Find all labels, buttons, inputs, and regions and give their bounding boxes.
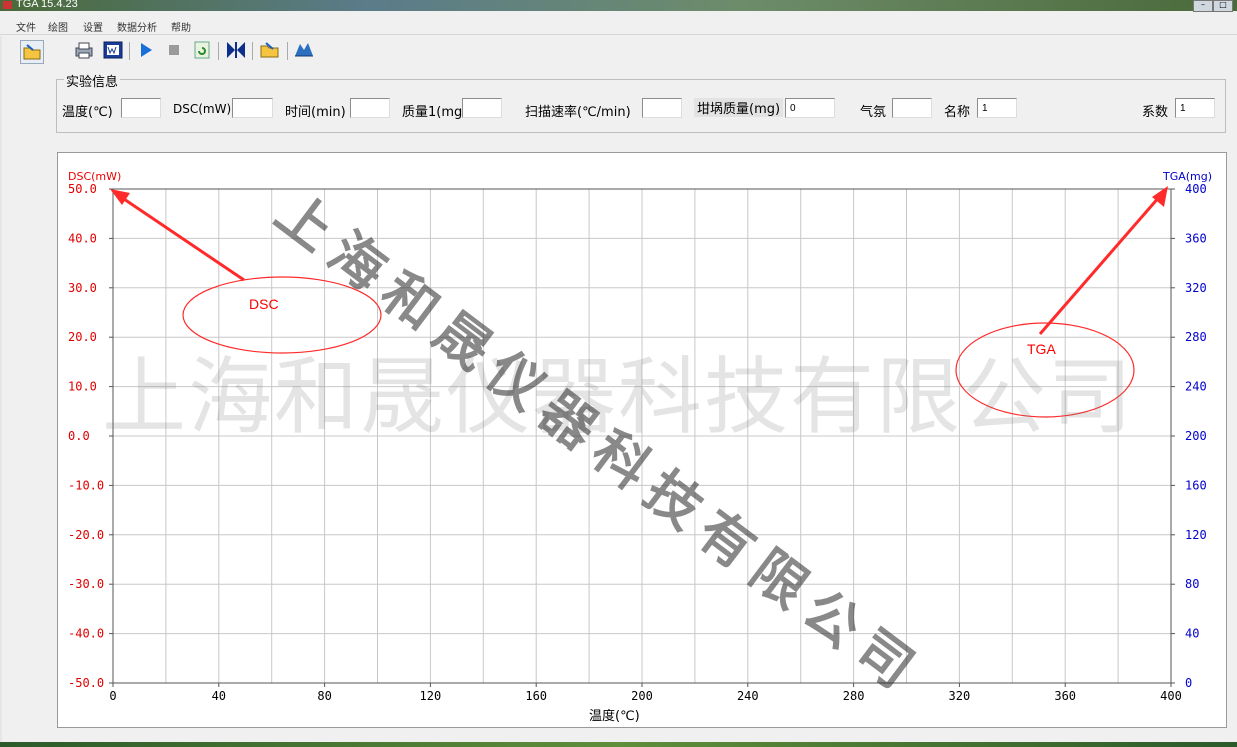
tga-annotation-arrow bbox=[1038, 195, 1162, 335]
y-right-tick-label: 400 bbox=[1185, 182, 1207, 196]
x-tick-label: 160 bbox=[525, 689, 547, 703]
y-right-tick-label: 320 bbox=[1185, 281, 1207, 295]
y-left-tick-label: 50.0 bbox=[68, 182, 97, 196]
y-right-tick-label: 360 bbox=[1185, 231, 1207, 245]
y-left-tick-label: 10.0 bbox=[68, 380, 97, 394]
y-left-tick-label: -10.0 bbox=[68, 478, 104, 492]
x-tick-label: 120 bbox=[420, 689, 442, 703]
x-tick-label: 240 bbox=[737, 689, 759, 703]
x-tick-label: 40 bbox=[212, 689, 226, 703]
y-left-tick-label: -20.0 bbox=[68, 528, 104, 542]
y-axis-right-label: TGA(mg) bbox=[1163, 170, 1213, 183]
x-tick-label: 80 bbox=[317, 689, 331, 703]
desktop-taskbar-edge bbox=[0, 742, 1237, 747]
x-tick-label: 400 bbox=[1160, 689, 1182, 703]
x-tick-label: 200 bbox=[631, 689, 653, 703]
dsc-annotation-label: DSC bbox=[249, 296, 279, 312]
y-right-tick-label: 0 bbox=[1185, 676, 1192, 690]
x-tick-label: 280 bbox=[843, 689, 865, 703]
tga-annotation-label: TGA bbox=[1027, 341, 1056, 357]
x-tick-label: 0 bbox=[109, 689, 116, 703]
y-left-tick-label: 0.0 bbox=[68, 429, 90, 443]
dsc-annotation-arrow bbox=[117, 193, 245, 282]
y-right-tick-label: 240 bbox=[1185, 380, 1207, 394]
y-right-tick-label: 40 bbox=[1185, 627, 1199, 641]
x-tick-label: 320 bbox=[949, 689, 971, 703]
y-left-tick-label: -30.0 bbox=[68, 577, 104, 591]
y-left-tick-label: 30.0 bbox=[68, 281, 97, 295]
y-left-tick-label: -40.0 bbox=[68, 627, 104, 641]
y-axis-left-label: DSC(mW) bbox=[68, 170, 122, 183]
x-axis-label: 温度(℃) bbox=[589, 709, 640, 724]
y-right-tick-label: 280 bbox=[1185, 330, 1207, 344]
y-right-tick-label: 120 bbox=[1185, 528, 1207, 542]
y-left-tick-label: 40.0 bbox=[68, 231, 97, 245]
y-left-tick-label: -50.0 bbox=[68, 676, 104, 690]
y-right-tick-label: 200 bbox=[1185, 429, 1207, 443]
y-right-tick-label: 160 bbox=[1185, 478, 1207, 492]
y-left-tick-label: 20.0 bbox=[68, 330, 97, 344]
y-right-tick-label: 80 bbox=[1185, 577, 1199, 591]
x-tick-label: 360 bbox=[1054, 689, 1076, 703]
